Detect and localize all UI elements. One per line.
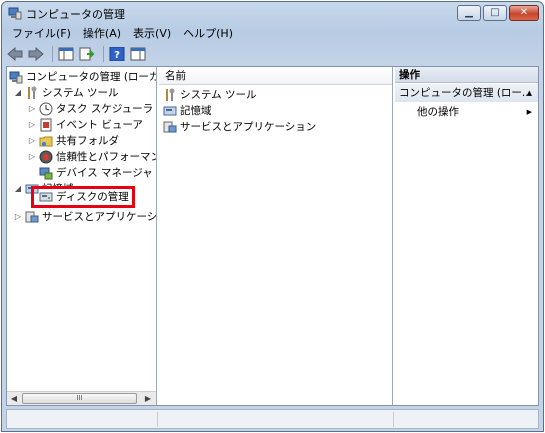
tree-item-root[interactable]: コンピュータの管理 (ローカル	[9, 69, 157, 85]
menu-file[interactable]: ファイル(F)	[6, 26, 77, 42]
scrollbar-thumb[interactable]: III	[22, 393, 137, 404]
tree-item-label: デバイス マネージャ	[56, 167, 153, 179]
app-window: コンピュータの管理 ▁ □ ✕ ファイル(F) 操作(A) 表示(V) ヘルプ(…	[1, 1, 544, 432]
list-item[interactable]: システム ツール	[163, 87, 257, 103]
tree-item-services-apps[interactable]: ▷ サービスとアプリケーション	[13, 209, 157, 225]
title-bar[interactable]: コンピュータの管理 ▁ □ ✕	[2, 2, 543, 24]
back-arrow-icon	[7, 47, 23, 61]
forward-arrow-icon	[28, 47, 44, 61]
export-list-icon	[79, 47, 95, 61]
tree-item-reliability[interactable]: ▷ 信頼性とパフォーマンス	[27, 149, 156, 165]
list-item[interactable]: 記憶域	[163, 103, 212, 119]
services-icon	[163, 120, 177, 134]
tree-item-label: イベント ビューア	[56, 119, 143, 131]
clock-icon	[39, 102, 53, 116]
forward-button[interactable]	[27, 45, 45, 63]
expand-arrow-icon[interactable]: ▷	[13, 209, 23, 225]
collapse-up-icon[interactable]: ▲	[527, 84, 532, 102]
result-pane: 名前 システム ツール 記憶域 サービスとアプリケーション	[159, 67, 393, 405]
collapse-arrow-icon[interactable]: ◢	[13, 85, 23, 101]
tree-item-label: サービスとアプリケーション	[42, 211, 157, 223]
minimize-button[interactable]: ▁	[457, 5, 481, 21]
tree-item-system-tools[interactable]: ◢ システム ツール	[13, 85, 119, 101]
collapse-arrow-icon[interactable]: ◢	[13, 181, 23, 197]
expand-arrow-icon[interactable]: ▷	[27, 117, 37, 133]
toolbar: ?	[6, 44, 150, 64]
storage-icon	[163, 104, 177, 118]
status-bar	[6, 409, 539, 429]
horizontal-scrollbar[interactable]: ◀ III ▶	[7, 391, 156, 405]
expand-arrow-icon[interactable]: ▷	[27, 101, 37, 117]
computer-management-icon	[9, 70, 23, 84]
maximize-button[interactable]: □	[483, 5, 507, 21]
menu-help[interactable]: ヘルプ(H)	[177, 26, 239, 42]
close-button[interactable]: ✕	[509, 5, 539, 21]
list-item-label: システム ツール	[180, 89, 257, 101]
help-button[interactable]: ?	[108, 45, 126, 63]
status-divider	[393, 412, 394, 427]
toolbar-separator	[52, 46, 53, 62]
device-manager-icon	[39, 166, 53, 180]
action-pane: 操作 コンピュータの管理 (ロー... ▲ 他の操作 ▶	[395, 67, 538, 405]
back-button[interactable]	[6, 45, 24, 63]
list-item[interactable]: サービスとアプリケーション	[163, 119, 316, 135]
tree-item-label: タスク スケジューラ	[56, 103, 154, 115]
export-list-button[interactable]	[78, 45, 96, 63]
tree-item-shared-folders[interactable]: ▷ 共有フォルダ	[27, 133, 119, 149]
list-item-label: 記憶域	[180, 105, 212, 117]
action-pane-icon	[130, 47, 146, 61]
console-tree-icon	[58, 47, 74, 61]
window-title: コンピュータの管理	[26, 8, 125, 21]
console-tree: コンピュータの管理 (ローカル ◢ システム ツール ▷ タスク スケジューラ …	[7, 67, 157, 405]
list-item-label: サービスとアプリケーション	[180, 121, 317, 133]
highlight-annotation	[31, 186, 135, 208]
action-section-header[interactable]: コンピュータの管理 (ロー... ▲	[395, 84, 538, 102]
client-area: コンピュータの管理 (ローカル ◢ システム ツール ▷ タスク スケジューラ …	[6, 66, 539, 406]
help-icon: ?	[109, 47, 125, 61]
services-icon	[25, 210, 39, 224]
submenu-arrow-icon: ▶	[526, 108, 532, 116]
expand-arrow-icon[interactable]: ▷	[27, 149, 37, 165]
show-hide-console-tree-button[interactable]	[57, 45, 75, 63]
reliability-icon	[39, 150, 53, 164]
tree-item-label: 共有フォルダ	[56, 135, 119, 147]
tree-item-label: 信頼性とパフォーマンス	[56, 151, 156, 163]
event-viewer-icon	[39, 118, 53, 132]
toolbar-separator	[103, 46, 104, 62]
status-divider	[157, 412, 158, 427]
tree-item-label: システム ツール	[42, 87, 119, 99]
tree-item-label: コンピュータの管理 (ローカル	[26, 71, 157, 83]
shared-folder-icon	[39, 134, 53, 148]
system-tools-icon	[163, 88, 177, 102]
scroll-right-arrow-icon[interactable]: ▶	[141, 392, 155, 405]
tree-item-event-viewer[interactable]: ▷ イベント ビューア	[27, 117, 143, 133]
tree-item-task-scheduler[interactable]: ▷ タスク スケジューラ	[27, 101, 153, 117]
action-section-label: コンピュータの管理 (ロー...	[399, 87, 532, 99]
system-tools-icon	[25, 86, 39, 100]
column-header-name[interactable]: 名前	[159, 67, 392, 85]
expand-arrow-icon[interactable]: ▷	[27, 133, 37, 149]
menu-view[interactable]: 表示(V)	[127, 26, 177, 42]
menu-bar: ファイル(F) 操作(A) 表示(V) ヘルプ(H)	[6, 26, 239, 42]
scroll-left-arrow-icon[interactable]: ◀	[7, 392, 21, 405]
tree-item-device-manager[interactable]: デバイス マネージャ	[39, 165, 153, 181]
more-actions-item[interactable]: 他の操作	[417, 104, 459, 120]
action-pane-header: 操作	[395, 67, 538, 83]
menu-action[interactable]: 操作(A)	[77, 26, 127, 42]
svg-text:?: ?	[114, 50, 120, 61]
computer-management-icon	[8, 6, 22, 20]
properties-pane-button[interactable]	[129, 45, 147, 63]
